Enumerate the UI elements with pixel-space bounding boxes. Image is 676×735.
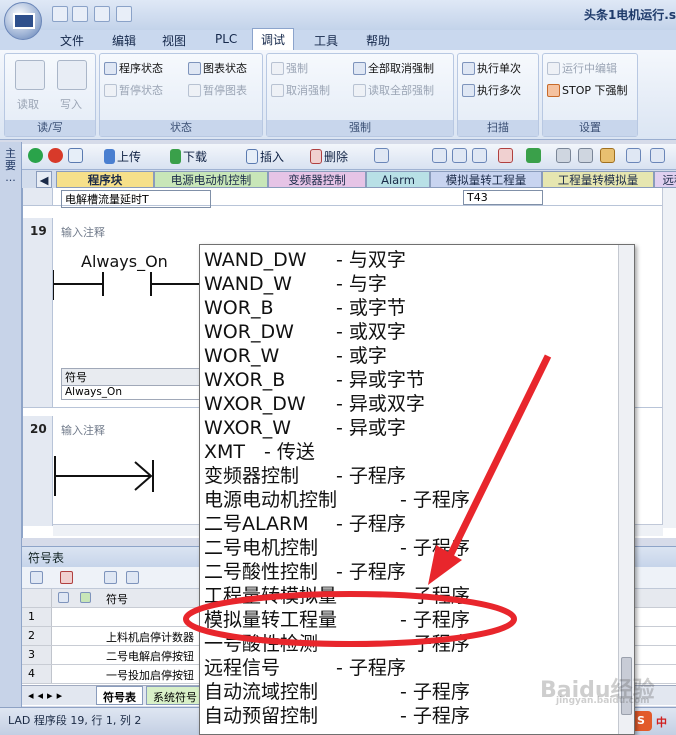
app-menu-button[interactable] [4, 2, 42, 40]
watermark-url: jingyan.baidu.com [556, 696, 650, 706]
highlight-ellipse [183, 591, 517, 647]
annotation-overlay [183, 354, 552, 647]
annotation-arrow [444, 354, 552, 562]
annotation-arrow-head [428, 545, 462, 585]
